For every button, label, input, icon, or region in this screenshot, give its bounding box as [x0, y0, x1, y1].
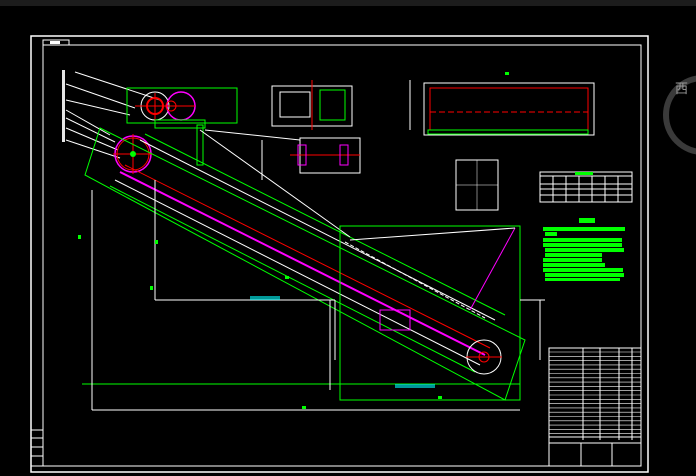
section-view	[455, 159, 499, 211]
head-pulley	[113, 134, 153, 174]
viewcube-west-label[interactable]: 西	[675, 78, 688, 97]
left-strip-lines	[31, 437, 43, 457]
side-view	[409, 72, 595, 136]
inclined-conveyor	[84, 127, 526, 401]
title-block	[548, 347, 642, 467]
detail-view-drive	[204, 80, 361, 180]
technical-notes	[543, 218, 625, 281]
corner-label-fill	[50, 41, 60, 44]
viewcube-ring-icon	[663, 75, 696, 155]
viewcube[interactable]	[648, 40, 696, 180]
parts-list-rows	[549, 351, 641, 435]
dimension-marks	[78, 235, 442, 409]
drawing-canvas[interactable]	[0, 0, 696, 476]
left-strip-table	[30, 429, 44, 467]
part-callouts-left	[62, 70, 161, 159]
pit-structure	[82, 180, 545, 411]
parameter-table	[539, 171, 633, 203]
